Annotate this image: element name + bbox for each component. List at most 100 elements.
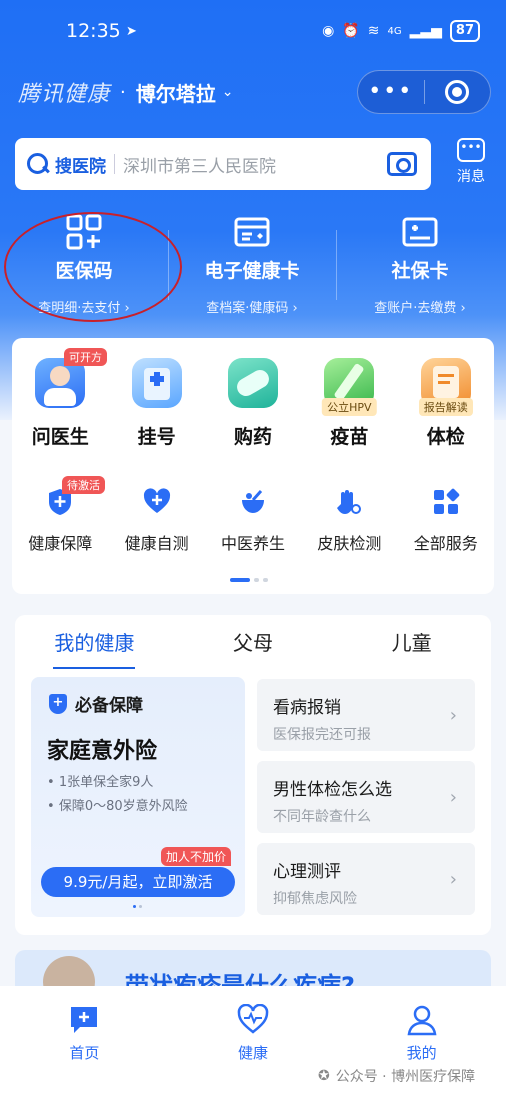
battery-indicator: 87 (449, 20, 480, 42)
service-label: 健康保障 (28, 534, 93, 553)
service-self-test[interactable]: 健康自测 (108, 488, 204, 554)
services-pager (230, 578, 268, 582)
quick-sub: 查账户·去缴费 › (374, 301, 466, 316)
app-name: 腾讯健康 (18, 82, 111, 107)
health-card-icon (234, 214, 270, 250)
chevron-right-icon: › (449, 869, 457, 890)
service-all[interactable]: 全部服务 (398, 488, 494, 554)
more-menu-icon[interactable]: ••• (358, 81, 424, 103)
nav-home[interactable]: 首页 (0, 986, 169, 1096)
search-input[interactable]: 深圳市第三人民医院 (123, 152, 387, 177)
chevron-right-icon: › (449, 787, 457, 808)
search-keyword: 搜医院 (55, 156, 106, 177)
hand-scan-icon (334, 488, 364, 518)
card-sub: 医保报完还可报 (273, 727, 371, 743)
service-ask-doctor[interactable]: 可开方 问医生 (12, 348, 108, 449)
quick-sub: 查档案·健康码 › (206, 301, 298, 316)
service-buy-medicine[interactable]: 购药 (205, 358, 301, 449)
card-title: 心理测评 (273, 862, 341, 882)
nav-label: 我的 (406, 1044, 437, 1062)
medical-insurance-code-card[interactable]: 医保码 查明细·去支付 › (0, 210, 168, 320)
nav-label: 首页 (69, 1044, 100, 1062)
service-label: 体检 (426, 426, 465, 448)
service-label: 购药 (233, 426, 272, 448)
article-banner[interactable]: 带状疱疹是什么疾病? (15, 950, 491, 990)
promo-bullet: 保障0～80岁意外风险 (58, 799, 188, 814)
card-psych-test[interactable]: 心理测评 抑郁焦虑风险 › (257, 843, 475, 915)
search-bar[interactable]: 搜医院 深圳市第三人民医院 (15, 138, 431, 190)
nav-health[interactable]: 健康 (169, 986, 338, 1096)
chevron-right-icon: › (449, 705, 457, 726)
city-selector[interactable]: 博尔塔拉 (136, 78, 216, 107)
service-label: 中医养生 (220, 534, 285, 553)
watermark-text: 公众号 · 博州医疗保障 (335, 1069, 476, 1085)
tab-children[interactable]: 儿童 (332, 615, 491, 671)
target-icon (445, 80, 470, 104)
location-arrow-icon: ➤ (126, 24, 137, 39)
qr-code-icon (66, 214, 102, 250)
header-separator: · (120, 81, 126, 103)
tab-parents[interactable]: 父母 (174, 615, 333, 671)
quick-sub: 查明细·去支付 › (38, 301, 130, 316)
wechat-watermark: ✪ 公众号 · 博州医疗保障 (318, 1066, 475, 1086)
health-section: 我的健康 父母 儿童 + 必备保障 家庭意外险 • 1张单保全家9人 • 保障0… (15, 615, 491, 935)
doctor-avatar (43, 956, 95, 990)
promo-bullet: 1张单保全家9人 (58, 775, 154, 790)
mortar-icon (238, 488, 268, 518)
services-panel: 可开方 问医生 挂号 购药 公立HPV 疫苗 报告解读 体检 待激活 健康保障 … (12, 338, 494, 594)
card-male-checkup[interactable]: 男性体检怎么选 不同年龄查什么 › (257, 761, 475, 833)
shield-icon: + (49, 693, 67, 714)
hpv-tag: 公立HPV (322, 398, 377, 416)
activate-button[interactable]: 9.9元/月起，立即激活 (41, 867, 235, 897)
id-card-icon (402, 214, 438, 250)
service-label: 皮肤检测 (317, 534, 382, 553)
eye-icon: ◉ (322, 23, 335, 39)
social-security-card[interactable]: 社保卡 查账户·去缴费 › (336, 210, 504, 320)
promo-header: 必备保障 (75, 696, 143, 716)
promo-pager (133, 905, 142, 908)
heart-pulse-icon (237, 1003, 269, 1036)
quick-title: 医保码 (55, 260, 113, 282)
card-reimbursement[interactable]: 看病报销 医保报完还可报 › (257, 679, 475, 751)
e-health-card[interactable]: 电子健康卡 查档案·健康码 › (168, 210, 336, 320)
card-sub: 抑郁焦虑风险 (273, 891, 357, 907)
quick-title: 电子健康卡 (204, 260, 300, 282)
app-header: 腾讯健康 · 博尔塔拉 ⌄ (18, 76, 233, 108)
service-label: 疫苗 (330, 426, 369, 448)
wifi-icon: ≋ (367, 23, 380, 39)
search-icon (27, 153, 49, 175)
home-icon (68, 1004, 100, 1036)
service-skin-test[interactable]: 皮肤检测 (301, 488, 397, 554)
prescription-badge: 可开方 (64, 348, 107, 366)
grid-icon (431, 488, 461, 518)
service-label: 健康自测 (124, 534, 189, 553)
service-checkup[interactable]: 报告解读 体检 (398, 358, 494, 449)
service-tcm[interactable]: 中医养生 (205, 488, 301, 554)
medicine-icon (227, 358, 278, 408)
wechat-icon: ✪ (318, 1068, 330, 1084)
health-tabs: 我的健康 父母 儿童 (15, 615, 491, 671)
service-label: 全部服务 (413, 534, 478, 553)
tab-my-health[interactable]: 我的健康 (15, 615, 174, 671)
service-label: 挂号 (137, 426, 176, 448)
service-registration[interactable]: 挂号 (108, 358, 204, 449)
status-time: 12:35 (66, 20, 121, 42)
quick-title: 社保卡 (391, 260, 449, 282)
service-label: 问医生 (31, 426, 89, 448)
card-sub: 不同年龄查什么 (273, 809, 371, 825)
report-tag: 报告解读 (418, 398, 473, 416)
close-miniapp-button[interactable] (425, 80, 491, 104)
service-vaccine[interactable]: 公立HPV 疫苗 (301, 358, 397, 449)
heart-icon (142, 488, 172, 518)
card-title: 男性体检怎么选 (273, 780, 392, 800)
camera-icon[interactable] (387, 152, 417, 176)
service-health-protection[interactable]: 待激活 健康保障 (12, 476, 108, 554)
status-bar: 12:35 ➤ ◉ ⏰ ≋ 4G ▂▃▅ 87 (0, 18, 506, 48)
chevron-down-icon[interactable]: ⌄ (222, 84, 234, 100)
insurance-promo-card[interactable]: + 必备保障 家庭意外险 • 1张单保全家9人 • 保障0～80岁意外风险 加人… (31, 677, 245, 917)
signal-icon: ▂▃▅ (409, 23, 442, 39)
chat-bubble-icon: ••• (457, 138, 485, 162)
activate-badge: 待激活 (62, 476, 105, 494)
hospital-icon (131, 358, 182, 408)
message-button[interactable]: ••• 消息 (446, 138, 496, 186)
